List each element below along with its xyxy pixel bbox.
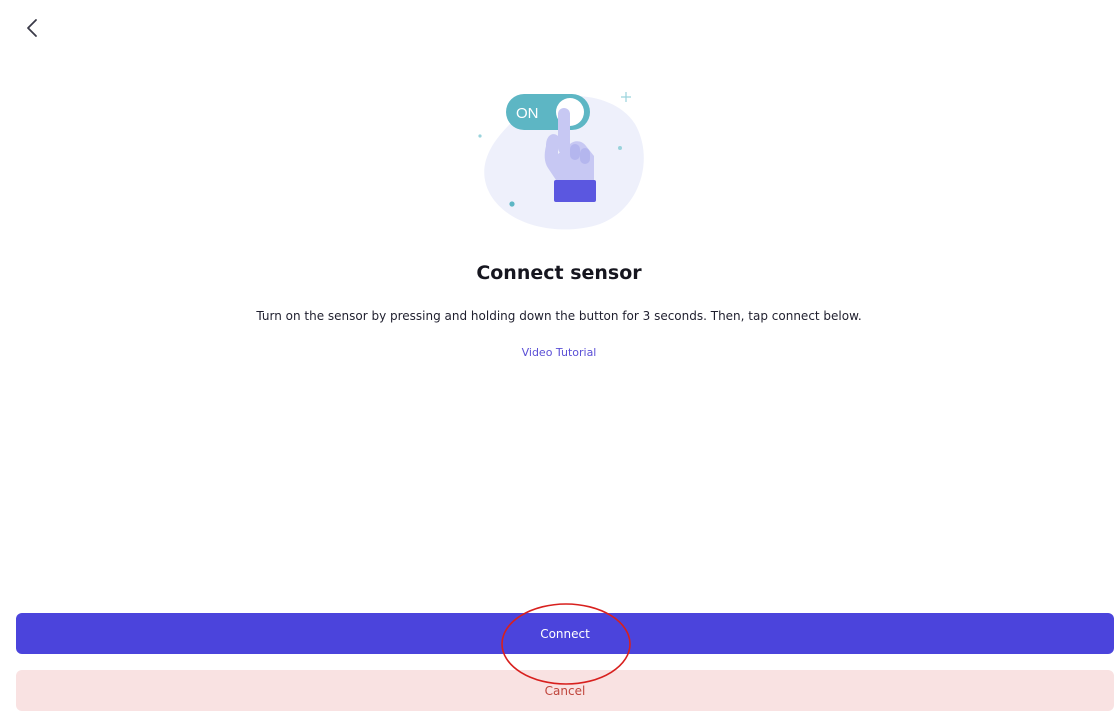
- page-title: Connect sensor: [476, 262, 642, 284]
- chevron-left-icon: [27, 19, 37, 37]
- toggle-label: ON: [516, 105, 539, 122]
- video-tutorial-container: Video Tutorial: [0, 346, 1118, 359]
- video-tutorial-link[interactable]: Video Tutorial: [522, 346, 597, 359]
- connect-button[interactable]: Connect: [16, 613, 1114, 654]
- sensor-power-illustration: ON: [470, 84, 650, 234]
- sleeve-cuff: [554, 180, 596, 202]
- connect-sensor-screen: ON Connect sensor Turn on the sensor by …: [0, 0, 1118, 725]
- instruction-text: Turn on the sensor by pressing and holdi…: [256, 309, 862, 323]
- cancel-button[interactable]: Cancel: [16, 670, 1114, 711]
- back-button[interactable]: [18, 14, 46, 42]
